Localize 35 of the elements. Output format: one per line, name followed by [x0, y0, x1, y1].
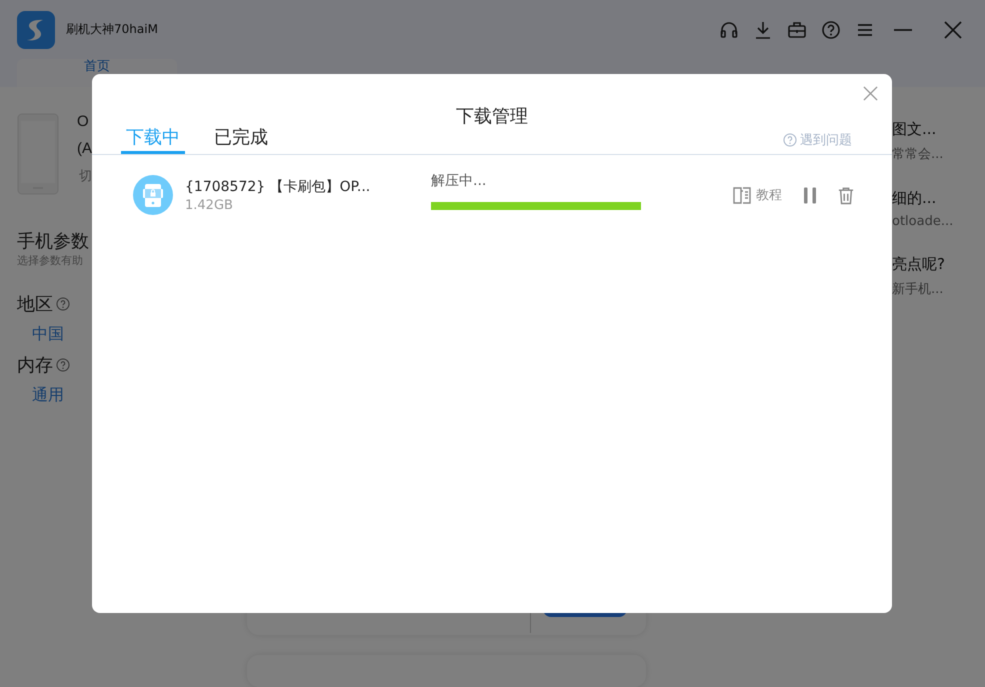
close-icon[interactable]: [863, 86, 878, 101]
app-title: 刷机大神70haiM: [66, 21, 158, 38]
help-icon[interactable]: [821, 20, 841, 40]
headset-icon[interactable]: [719, 20, 739, 40]
locked-phone-icon: [133, 175, 173, 215]
trash-icon[interactable]: [838, 186, 854, 204]
tab[interactable]: 下载中: [121, 125, 185, 154]
app-logo-icon: [17, 10, 55, 48]
article-summary: otloade...: [892, 214, 954, 229]
pause-icon[interactable]: [802, 186, 818, 204]
close-icon[interactable]: [943, 20, 963, 40]
section-hint: 选择参数有助: [17, 253, 84, 268]
article-summary: 新手机...: [892, 281, 944, 298]
section-title: 手机参数: [17, 230, 90, 253]
file-name: {1708572} 【卡刷包】OP...: [185, 178, 372, 196]
tutorial-button[interactable]: 教程: [732, 185, 782, 205]
article-summary: 常常会...: [892, 146, 944, 163]
device-info-text: 切: [79, 167, 92, 185]
article-title[interactable]: 图文...: [892, 120, 985, 139]
param-label: 内存: [17, 354, 53, 377]
toolbox-icon[interactable]: [787, 20, 807, 40]
device-info-text: O: [77, 113, 90, 130]
article-title[interactable]: 细的...: [892, 189, 985, 208]
help-icon: [56, 297, 70, 311]
status-text: 解压中...: [431, 172, 488, 190]
param-label: 地区: [17, 293, 53, 316]
article-title[interactable]: 亮点呢?: [892, 255, 985, 274]
book-icon: [732, 185, 752, 205]
tab[interactable]: 已完成: [209, 125, 273, 154]
help-icon: [783, 133, 797, 147]
help-icon: [56, 358, 70, 372]
download-icon[interactable]: [753, 20, 773, 40]
device-info-text: (A: [77, 140, 92, 157]
dialog-title: 下载管理: [456, 105, 528, 128]
file-size: 1.42GB: [185, 198, 234, 212]
